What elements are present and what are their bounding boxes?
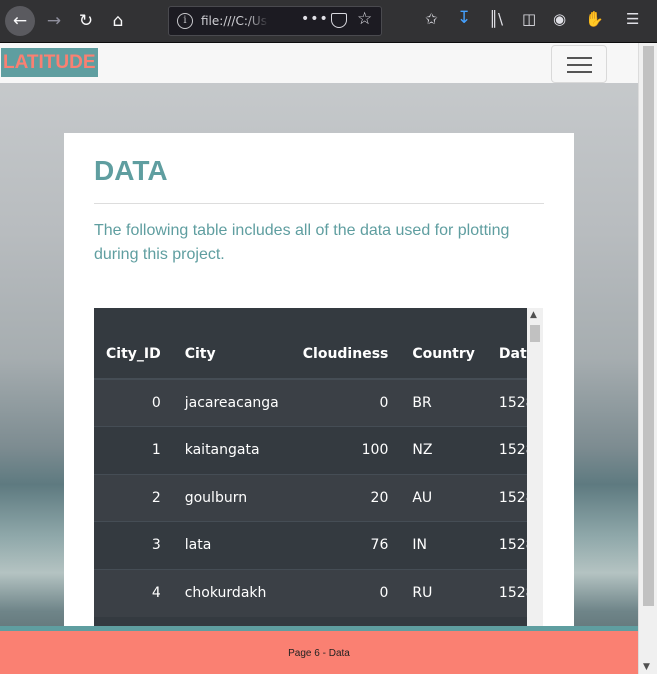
- cell-date: 1528: [498, 489, 527, 506]
- menu-hamburger-icon[interactable]: ☰: [626, 10, 639, 28]
- hamburger-line: [567, 57, 592, 59]
- cell-city: kaitangata: [184, 442, 260, 459]
- url-text[interactable]: file:///C:/Us: [201, 14, 269, 28]
- cell-city-id: 2: [151, 489, 161, 506]
- hamburger-line: [567, 64, 592, 66]
- divider: [94, 203, 544, 204]
- cell-country: AU: [412, 489, 433, 506]
- table-scrollbar[interactable]: ▲: [527, 308, 543, 674]
- cell-city: lata: [184, 537, 212, 554]
- page-actions-icon[interactable]: •••: [301, 11, 329, 27]
- cell-city-id: 0: [151, 395, 161, 411]
- navbar-toggle-button[interactable]: [551, 45, 607, 83]
- cell-date: 1528: [498, 537, 527, 554]
- hamburger-line: [567, 71, 592, 73]
- cell-city-id: 3: [151, 537, 161, 554]
- table-row: 3 lata 76 IN 1528: [94, 521, 527, 569]
- cell-country: BR: [412, 395, 432, 411]
- home-icon[interactable]: ⌂: [103, 6, 133, 36]
- column-header-cloudiness[interactable]: Cloudiness: [290, 308, 401, 380]
- footer-text: Page 6 - Data: [288, 648, 350, 659]
- data-table: City_ID City Cloudiness Country Date 0 j…: [94, 308, 527, 617]
- cell-date: 1528: [498, 395, 527, 411]
- account-icon[interactable]: ◉: [553, 10, 566, 28]
- sidebar-icon[interactable]: ◫: [522, 10, 536, 28]
- cell-cloudiness: 76: [370, 537, 389, 554]
- page-description: The following table includes all of the …: [94, 222, 510, 263]
- cell-date: 1528: [498, 585, 527, 601]
- cell-city: chokurdakh: [184, 585, 267, 601]
- table-header-row: City_ID City Cloudiness Country Date: [94, 308, 527, 380]
- download-icon[interactable]: ↧: [457, 8, 471, 28]
- cell-city-id: 1: [151, 442, 161, 459]
- column-header-country[interactable]: Country: [400, 308, 487, 380]
- cell-country: IN: [412, 537, 427, 554]
- table-scrollbar-thumb[interactable]: [530, 325, 540, 342]
- bookmark-star-icon[interactable]: ☆: [357, 9, 372, 29]
- starred-list-icon[interactable]: ✩: [425, 10, 438, 28]
- column-header-city-id[interactable]: City_ID: [94, 308, 173, 380]
- cell-cloudiness: 0: [379, 585, 389, 601]
- url-bar[interactable]: i file:///C:/Us ••• ☆: [168, 6, 382, 36]
- library-icon[interactable]: ║\: [489, 10, 503, 28]
- cell-country: NZ: [412, 442, 433, 459]
- page-title: DATA: [94, 155, 168, 186]
- page-scrollbar[interactable]: ▼: [638, 43, 657, 674]
- table-row: 0 jacareacanga 0 BR 1528: [94, 379, 527, 427]
- scroll-down-arrow-icon[interactable]: ▼: [643, 662, 650, 672]
- content-card: DATA The following table includes all of…: [64, 133, 574, 674]
- brand-logo[interactable]: LATITUDE: [1, 48, 98, 77]
- cell-date: 1528: [498, 442, 527, 459]
- cell-cloudiness: 0: [379, 395, 389, 411]
- cell-city-id: 4: [151, 585, 161, 601]
- table-row: 2 goulburn 20 AU 1528: [94, 474, 527, 522]
- page-scrollbar-thumb[interactable]: [643, 46, 654, 606]
- footer: Page 6 - Data: [0, 626, 638, 674]
- extension-hand-icon[interactable]: ✋: [585, 10, 604, 28]
- table-row: 1 kaitangata 100 NZ 1528: [94, 426, 527, 474]
- forward-arrow-icon[interactable]: →: [39, 6, 69, 36]
- cell-cloudiness: 20: [370, 489, 389, 506]
- page-viewport: LATITUDE DATA The following table includ…: [0, 43, 638, 674]
- table-row: 4 chokurdakh 0 RU 1528: [94, 569, 527, 617]
- cell-city: goulburn: [184, 489, 248, 506]
- scroll-up-arrow-icon[interactable]: ▲: [530, 310, 537, 320]
- navbar: LATITUDE: [0, 43, 638, 83]
- reload-icon[interactable]: ↻: [71, 6, 101, 36]
- data-table-container[interactable]: City_ID City Cloudiness Country Date 0 j…: [94, 308, 543, 674]
- browser-toolbar: ← → ↻ ⌂ i file:///C:/Us ••• ☆ ✩ ↧ ║\ ◫ ◉…: [0, 0, 657, 43]
- cell-city: jacareacanga: [184, 395, 279, 411]
- column-header-city[interactable]: City: [172, 308, 291, 380]
- cell-cloudiness: 100: [361, 442, 389, 459]
- info-icon[interactable]: i: [177, 13, 193, 29]
- cell-country: RU: [412, 585, 433, 601]
- column-header-date[interactable]: Date: [486, 308, 527, 380]
- pocket-icon[interactable]: [331, 13, 347, 28]
- back-arrow-icon[interactable]: ←: [5, 6, 35, 36]
